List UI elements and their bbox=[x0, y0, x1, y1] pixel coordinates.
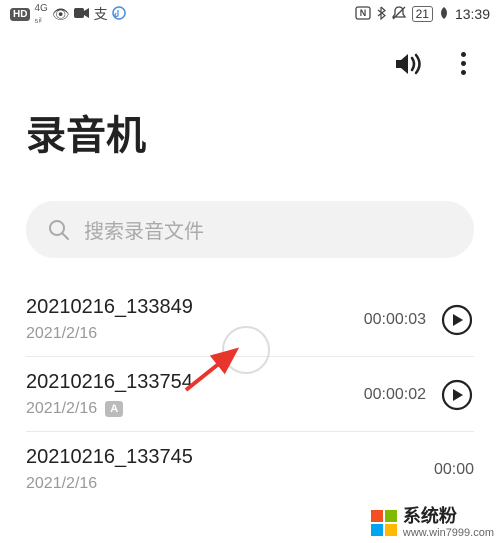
nfc-icon: N bbox=[355, 6, 371, 23]
mute-icon bbox=[391, 5, 407, 24]
signal-4g: 4G₅ᵢₗ bbox=[34, 3, 47, 25]
dot-icon bbox=[461, 61, 466, 66]
status-left: HD 4G₅ᵢₗ 👁 支 bbox=[10, 3, 126, 25]
clock-time: 13:39 bbox=[455, 6, 490, 22]
dot-icon bbox=[461, 52, 466, 57]
alipay-icon: 支 bbox=[94, 4, 108, 24]
recording-date: 2021/2/16 bbox=[26, 475, 97, 493]
recording-info: 20210216_133849 2021/2/16 bbox=[26, 296, 193, 343]
recording-duration: 00:00:03 bbox=[364, 311, 426, 329]
play-button[interactable] bbox=[440, 303, 474, 337]
a-badge-icon: A bbox=[105, 401, 123, 417]
status-right: N 21 13:39 bbox=[355, 5, 490, 24]
recording-controls: 00:00:03 bbox=[364, 303, 474, 337]
recording-controls: 00:00:02 bbox=[364, 378, 474, 412]
ms-logo-icon bbox=[371, 510, 397, 536]
watermark: 系统粉 www.win7999.com bbox=[365, 503, 500, 543]
more-menu-button[interactable] bbox=[457, 48, 470, 79]
recording-controls: 00:00 bbox=[434, 461, 474, 479]
hd-badge: HD bbox=[10, 8, 30, 21]
recording-item[interactable]: 20210216_133754 2021/2/16 A 00:00:02 bbox=[0, 357, 500, 432]
svg-text:N: N bbox=[359, 8, 366, 18]
recording-name: 20210216_133745 bbox=[26, 446, 193, 469]
app-header bbox=[0, 28, 500, 89]
recording-date: 2021/2/16 bbox=[26, 325, 97, 343]
leaf-icon bbox=[438, 6, 450, 23]
recording-duration: 00:00 bbox=[434, 461, 474, 479]
recordings-list: 20210216_133849 2021/2/16 00:00:03 20210… bbox=[0, 282, 500, 507]
page-title: 录音机 bbox=[0, 89, 500, 201]
search-input[interactable]: 搜索录音文件 bbox=[26, 201, 474, 258]
recording-item[interactable]: 20210216_133745 2021/2/16 00:00 bbox=[0, 432, 500, 507]
speaker-button[interactable] bbox=[393, 50, 427, 78]
recording-item[interactable]: 20210216_133849 2021/2/16 00:00:03 bbox=[0, 282, 500, 357]
recording-name: 20210216_133754 bbox=[26, 371, 193, 394]
music-icon bbox=[112, 6, 126, 23]
recording-name: 20210216_133849 bbox=[26, 296, 193, 319]
play-button[interactable] bbox=[440, 378, 474, 412]
recording-date: 2021/2/16 bbox=[26, 400, 97, 418]
search-placeholder: 搜索录音文件 bbox=[84, 215, 204, 244]
video-icon bbox=[74, 6, 90, 22]
battery-level: 21 bbox=[412, 6, 433, 22]
recording-info: 20210216_133745 2021/2/16 bbox=[26, 446, 193, 493]
watermark-url: www.win7999.com bbox=[403, 527, 494, 539]
watermark-text: 系统粉 bbox=[403, 507, 494, 527]
recording-info: 20210216_133754 2021/2/16 A bbox=[26, 371, 193, 418]
recording-duration: 00:00:02 bbox=[364, 386, 426, 404]
eye-icon: 👁 bbox=[52, 6, 70, 23]
bluetooth-icon bbox=[376, 6, 386, 23]
status-bar: HD 4G₅ᵢₗ 👁 支 N 21 13:39 bbox=[0, 0, 500, 28]
dot-icon bbox=[461, 70, 466, 75]
search-icon bbox=[48, 219, 70, 241]
